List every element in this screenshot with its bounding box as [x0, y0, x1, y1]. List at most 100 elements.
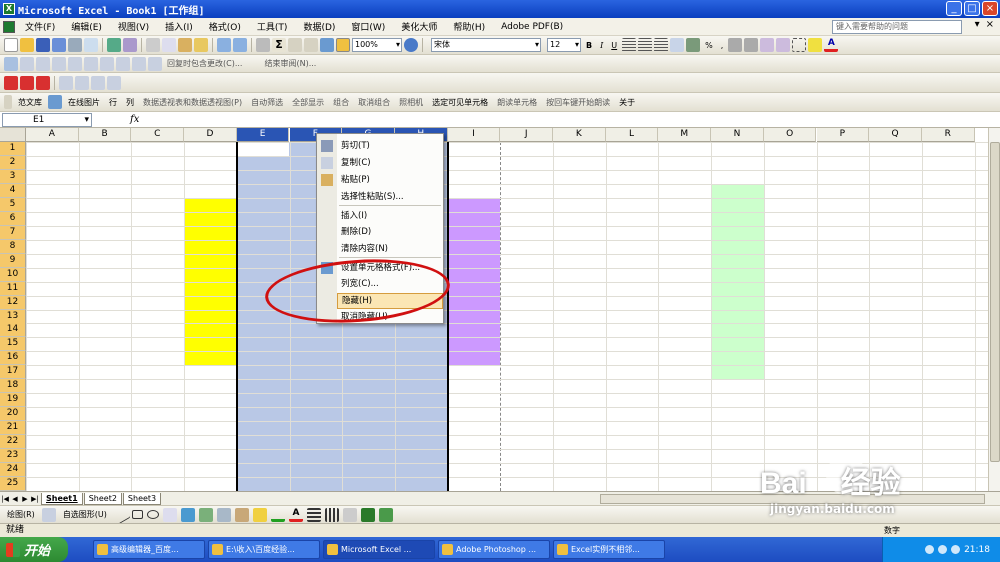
sheet-tab-sheet2[interactable]: Sheet2: [83, 492, 122, 505]
worksheet-grid[interactable]: ABCDEFGHIJKLMNOPQR1234567891011121314151…: [0, 128, 988, 491]
research-icon[interactable]: [123, 38, 137, 52]
dropdown-icon[interactable]: ▾: [975, 19, 980, 30]
row-header-12[interactable]: 12: [0, 295, 26, 310]
row-header-19[interactable]: 19: [0, 393, 26, 408]
sheet-tab-sheet3[interactable]: Sheet3: [122, 492, 162, 505]
menu-format[interactable]: 格式(O): [201, 20, 249, 33]
copy-icon[interactable]: [162, 38, 176, 52]
review-icon-10[interactable]: [148, 56, 162, 71]
context-menu-insert[interactable]: 插入(I): [337, 208, 443, 224]
context-menu-delete[interactable]: 删除(D): [337, 224, 443, 240]
textbox-icon[interactable]: [162, 507, 177, 522]
column-header-c[interactable]: C: [131, 128, 185, 142]
row-header-1[interactable]: 1: [0, 142, 26, 156]
row-header-24[interactable]: 24: [0, 463, 26, 478]
autoshapes-button[interactable]: 自选图形(U): [60, 509, 110, 520]
row-header-15[interactable]: 15: [0, 337, 26, 352]
context-menu-copy[interactable]: 复制(C): [337, 155, 443, 171]
oval-icon[interactable]: [146, 510, 159, 519]
menu-file[interactable]: 文件(F): [17, 20, 63, 33]
bold-button[interactable]: B: [583, 41, 595, 50]
pdf-review-icon[interactable]: [36, 75, 50, 90]
row-header-22[interactable]: 22: [0, 435, 26, 450]
row-header-9[interactable]: 9: [0, 253, 26, 268]
align-center-icon[interactable]: [638, 38, 653, 52]
column-header-n[interactable]: N: [711, 128, 764, 142]
cut-icon[interactable]: [146, 38, 160, 52]
toolbar-icon-b[interactable]: [75, 75, 89, 90]
reply-with-changes-button[interactable]: 回复时包含更改(C)...: [164, 58, 245, 69]
row-header-6[interactable]: 6: [0, 211, 26, 226]
paste-icon[interactable]: [178, 38, 192, 52]
align-left-icon[interactable]: [622, 38, 637, 52]
row-header-7[interactable]: 7: [0, 225, 26, 240]
arrow-style-icon[interactable]: [342, 507, 357, 522]
line-style-icon[interactable]: [306, 507, 321, 522]
row-header-20[interactable]: 20: [0, 407, 26, 422]
camera-button[interactable]: 照相机: [396, 97, 426, 108]
hyperlink-icon[interactable]: [256, 38, 270, 52]
column-header-d[interactable]: D: [184, 128, 237, 142]
review-icon-3[interactable]: [36, 56, 50, 71]
fill-color-icon[interactable]: [808, 38, 823, 52]
open-icon[interactable]: [20, 38, 34, 52]
outdent-icon[interactable]: [776, 38, 791, 52]
underline-button[interactable]: U: [608, 41, 620, 50]
close-workbook-icon[interactable]: ×: [986, 19, 994, 30]
redo-icon[interactable]: [233, 38, 247, 52]
select-visible-cells-button[interactable]: 选定可见单元格: [429, 97, 491, 108]
row-button[interactable]: 行: [106, 97, 120, 108]
pdf-email-icon[interactable]: [20, 75, 34, 90]
context-menu-cut[interactable]: 剪切(T): [337, 138, 443, 154]
about-button[interactable]: 关于: [616, 97, 638, 108]
help-search-input[interactable]: 键入需要帮助的问题: [832, 20, 962, 34]
shadow-icon[interactable]: [360, 507, 375, 522]
row-header-14[interactable]: 14: [0, 323, 26, 338]
font-color-icon[interactable]: A: [824, 38, 839, 52]
column-header-l[interactable]: L: [605, 128, 659, 142]
fill-color-draw-icon[interactable]: [252, 507, 267, 522]
menu-insert[interactable]: 插入(I): [157, 20, 201, 33]
row-header-2[interactable]: 2: [0, 155, 26, 170]
chart-wizard-icon[interactable]: [320, 38, 334, 52]
draw-menu-button[interactable]: 绘图(R): [4, 509, 38, 520]
row-header-13[interactable]: 13: [0, 309, 26, 324]
taskbar-button[interactable]: Excel实例不相邻...: [553, 540, 665, 559]
volume-icon[interactable]: [951, 545, 961, 554]
ungroup-button[interactable]: 取消组合: [355, 97, 393, 108]
menu-tools[interactable]: 工具(T): [249, 20, 296, 33]
close-button[interactable]: ×: [982, 1, 998, 16]
taskbar-button[interactable]: 高级编辑器_百度...: [93, 540, 205, 559]
currency-icon[interactable]: [686, 38, 701, 52]
template-library-button[interactable]: 范文库: [15, 97, 45, 108]
column-button[interactable]: 列: [123, 97, 137, 108]
column-header-r[interactable]: R: [921, 128, 975, 142]
last-sheet-icon[interactable]: ▶|: [30, 495, 40, 503]
row-header-23[interactable]: 23: [0, 449, 26, 464]
increase-decimal-icon[interactable]: [728, 38, 743, 52]
review-icon-5[interactable]: [68, 56, 82, 71]
font-name-select[interactable]: 宋体: [431, 38, 541, 52]
menu-window[interactable]: 窗口(W): [343, 20, 393, 33]
row-header-4[interactable]: 4: [0, 183, 26, 198]
print-icon[interactable]: [68, 38, 82, 52]
taskbar-button[interactable]: E:\收入\百度经验...: [208, 540, 320, 559]
end-review-button[interactable]: 结束审阅(N)...: [261, 58, 319, 69]
excel-app-icon[interactable]: X: [3, 3, 15, 15]
select-objects-icon[interactable]: [41, 507, 56, 522]
column-header-q[interactable]: Q: [869, 128, 922, 142]
permission-icon[interactable]: [52, 38, 66, 52]
review-icon-6[interactable]: [84, 56, 98, 71]
group-button[interactable]: 组合: [330, 97, 352, 108]
italic-button[interactable]: I: [597, 41, 606, 50]
row-header-10[interactable]: 10: [0, 267, 26, 282]
format-painter-icon[interactable]: [194, 38, 208, 52]
taskbar-button[interactable]: Microsoft Excel ...: [323, 540, 435, 559]
tray-icon[interactable]: [938, 545, 948, 554]
3d-icon[interactable]: [378, 507, 393, 522]
speak-cells-button[interactable]: 朗读单元格: [494, 97, 540, 108]
column-header-k[interactable]: K: [553, 128, 606, 142]
help-icon[interactable]: [404, 38, 418, 52]
context-menu-paste[interactable]: 粘贴(P): [337, 172, 443, 188]
menu-help[interactable]: 帮助(H): [445, 20, 493, 33]
